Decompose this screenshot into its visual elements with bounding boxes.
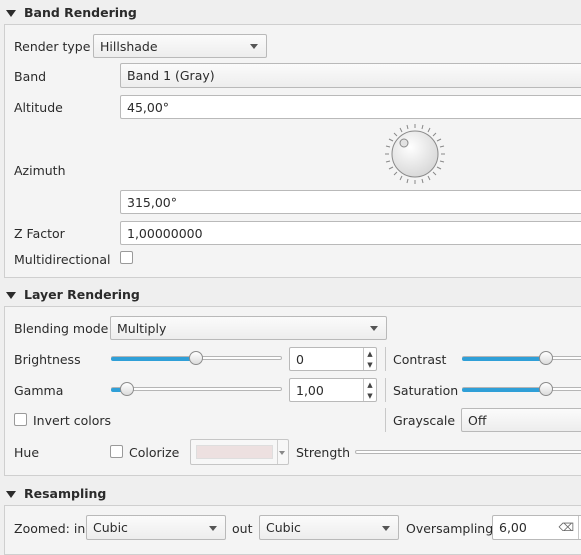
resampling-title: Resampling [24, 486, 107, 501]
azimuth-input[interactable]: 315,00° [120, 190, 581, 214]
multidirectional-label: Multidirectional [14, 252, 111, 267]
band-label: Band [14, 69, 47, 84]
saturation-label: Saturation [393, 383, 459, 398]
chevron-down-icon [250, 44, 258, 49]
colorize-color-button[interactable] [190, 439, 289, 465]
render-type-value: Hillshade [100, 38, 158, 54]
blending-mode-label: Blending mode [14, 321, 109, 336]
contrast-slider[interactable] [462, 351, 581, 367]
contrast-slider-handle[interactable] [539, 351, 553, 365]
azimuth-label: Azimuth [14, 163, 66, 178]
layer-rendering-title: Layer Rendering [24, 287, 140, 302]
brightness-label: Brightness [14, 352, 81, 367]
zoomed-out-label: out [232, 521, 253, 536]
collapse-band-rendering-icon[interactable] [6, 10, 16, 17]
clear-icon[interactable]: ⌫ [558, 521, 574, 534]
collapse-layer-rendering-icon[interactable] [6, 292, 16, 299]
gamma-spinbox[interactable]: 1,00 ▲ ▼ [289, 378, 377, 402]
oversampling-value: 6,00 [499, 520, 527, 535]
chevron-down-icon [279, 451, 285, 455]
chevron-down-icon [382, 526, 390, 531]
azimuth-value: 315,00° [127, 194, 177, 210]
gamma-slider[interactable] [111, 382, 282, 398]
strength-label: Strength [296, 445, 351, 460]
spin-up-icon[interactable]: ▲ [364, 379, 376, 390]
altitude-label: Altitude [14, 100, 63, 115]
oversampling-label: Oversampling [406, 521, 494, 536]
brightness-slider-handle[interactable] [189, 351, 203, 365]
z-factor-value: 1,00000000 [127, 225, 203, 241]
brightness-value: 0 [296, 351, 304, 367]
z-factor-input[interactable]: 1,00000000 [120, 221, 581, 245]
saturation-slider-fill [462, 388, 547, 392]
invert-colors-checkbox[interactable] [14, 413, 27, 426]
collapse-resampling-icon[interactable] [6, 491, 16, 498]
oversampling-spinbox[interactable]: 6,00 ⌫ ▲ ▼ [492, 515, 581, 540]
divider [385, 347, 386, 371]
blending-mode-select[interactable]: Multiply [110, 316, 387, 340]
brightness-spinbox[interactable]: 0 ▲ ▼ [289, 347, 377, 371]
chevron-down-icon [209, 526, 217, 531]
zoomed-in-value: Cubic [93, 520, 128, 535]
spin-up-icon[interactable]: ▲ [364, 348, 376, 359]
brightness-slider-fill [111, 357, 197, 361]
band-value: Band 1 (Gray) [127, 68, 215, 83]
grayscale-select[interactable]: Off [461, 408, 581, 432]
gamma-label: Gamma [14, 383, 64, 398]
altitude-input[interactable]: 45,00° [120, 95, 581, 119]
gamma-slider-handle[interactable] [120, 382, 134, 396]
hue-label: Hue [14, 445, 40, 460]
colorize-label: Colorize [129, 445, 180, 460]
multidirectional-checkbox[interactable] [120, 251, 133, 264]
grayscale-value: Off [468, 412, 487, 428]
blending-mode-value: Multiply [117, 320, 167, 336]
divider [385, 408, 386, 432]
zoomed-out-value: Cubic [266, 520, 301, 535]
z-factor-label: Z Factor [14, 226, 65, 241]
contrast-label: Contrast [393, 352, 447, 367]
saturation-slider-handle[interactable] [539, 382, 553, 396]
zoomed-out-select[interactable]: Cubic [259, 515, 399, 540]
color-swatch [196, 445, 273, 459]
invert-colors-label: Invert colors [33, 413, 112, 428]
brightness-slider[interactable] [111, 351, 282, 367]
saturation-slider[interactable] [462, 382, 581, 398]
divider [385, 378, 386, 402]
grayscale-label: Grayscale [393, 413, 456, 428]
band-select[interactable]: Band 1 (Gray) [120, 63, 581, 88]
zoomed-in-label: Zoomed: in [14, 521, 86, 536]
colorize-checkbox[interactable] [110, 445, 123, 458]
render-type-select[interactable]: Hillshade [93, 34, 267, 58]
contrast-slider-fill [462, 357, 547, 361]
strength-slider[interactable] [355, 450, 581, 454]
spin-down-icon[interactable]: ▼ [364, 359, 376, 370]
band-rendering-title: Band Rendering [24, 5, 137, 20]
gamma-value: 1,00 [296, 382, 324, 398]
chevron-down-icon [370, 326, 378, 331]
altitude-value: 45,00° [127, 99, 170, 115]
render-type-label: Render type [14, 39, 91, 54]
zoomed-in-select[interactable]: Cubic [86, 515, 226, 540]
spin-down-icon[interactable]: ▼ [364, 390, 376, 401]
azimuth-dial[interactable] [384, 123, 446, 185]
